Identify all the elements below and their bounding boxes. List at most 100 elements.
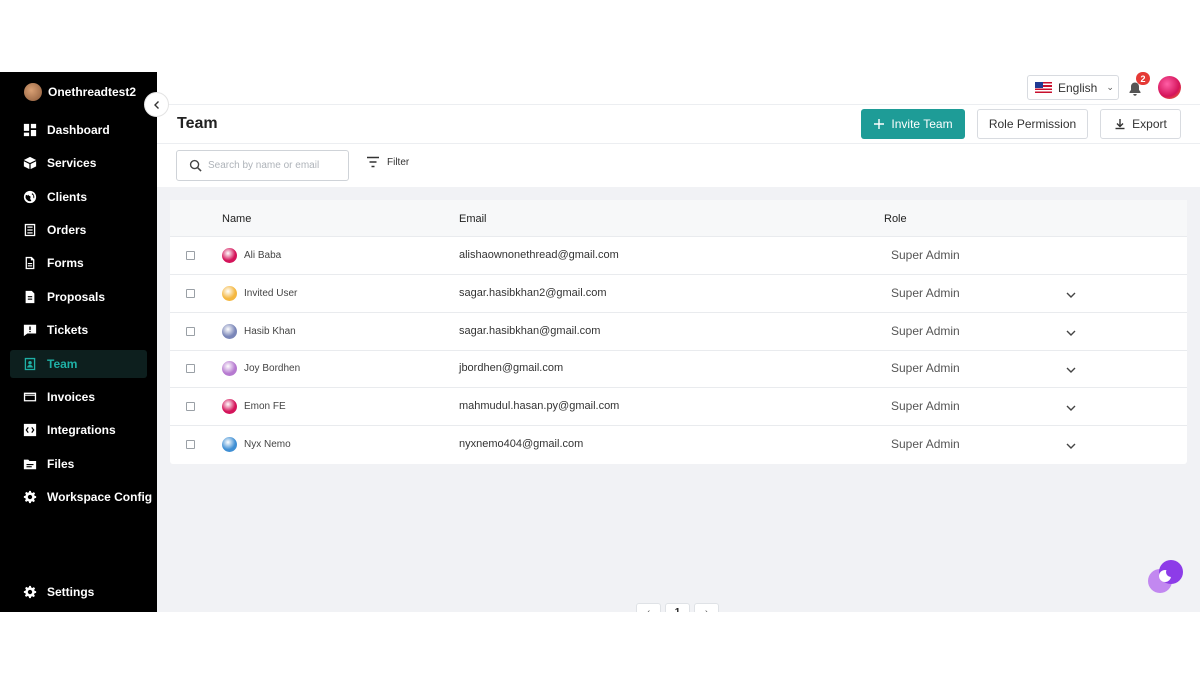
row-checkbox[interactable] xyxy=(186,288,195,298)
gear-config-icon xyxy=(23,490,37,504)
table-row[interactable]: Ali Baba alishaownonethread@gmail.com Supe… xyxy=(170,237,1187,275)
language-label: English xyxy=(1058,80,1098,95)
sidebar-item-label: Integrations xyxy=(47,423,116,437)
member-name: Ali Baba xyxy=(244,250,282,261)
role-permission-label: Role Permission xyxy=(988,117,1077,131)
download-icon xyxy=(1115,119,1125,130)
plus-icon xyxy=(874,119,885,129)
role-permission-button[interactable]: Role Permission xyxy=(977,109,1088,139)
sidebar-item-label: Proposals xyxy=(47,290,106,304)
workspace-switcher[interactable]: Onethreadtest2 xyxy=(24,83,136,101)
chevron-left-icon: ‹ xyxy=(647,607,650,612)
filter-icon xyxy=(367,156,379,168)
folder-icon xyxy=(23,457,37,471)
onethread-logo-icon[interactable] xyxy=(1145,556,1185,596)
member-name: Nyx Nemo xyxy=(244,439,291,450)
role-dropdown-chevron-icon[interactable] xyxy=(1065,363,1077,375)
chevron-left-icon xyxy=(153,100,159,109)
row-checkbox[interactable] xyxy=(186,440,195,449)
invite-team-label: Invite Team xyxy=(891,117,953,131)
app-window: Onethreadtest2 Dashboard Services Client… xyxy=(0,72,1200,612)
search-box[interactable] xyxy=(176,150,349,181)
table-row[interactable]: Emon FE mahmudul.hasan.py@gmail.com Super … xyxy=(170,388,1187,427)
row-checkbox[interactable] xyxy=(186,326,195,336)
ticket-icon xyxy=(23,323,37,337)
search-icon xyxy=(189,159,202,172)
sidebar-collapse-button[interactable] xyxy=(144,92,169,117)
row-checkbox[interactable] xyxy=(186,251,195,260)
role-dropdown-chevron-icon[interactable] xyxy=(1065,326,1077,338)
sidebar-item-label: Invoices xyxy=(47,390,96,404)
member-role[interactable]: Super Admin xyxy=(891,399,960,413)
notifications-button[interactable]: 2 xyxy=(1127,72,1150,98)
member-name: Emon FE xyxy=(244,401,286,413)
filter-label: Filter xyxy=(387,156,410,168)
column-header-name[interactable]: Name xyxy=(222,213,251,225)
role-dropdown-chevron-icon[interactable] xyxy=(1065,401,1077,413)
proposal-icon xyxy=(23,290,37,304)
row-checkbox[interactable] xyxy=(186,402,195,412)
table-row[interactable]: Invited User sagar.hasibkhan2@gmail.com Su… xyxy=(170,275,1187,313)
sidebar-item-label: Tickets xyxy=(47,323,89,337)
row-checkbox[interactable] xyxy=(186,364,195,374)
list-icon xyxy=(23,223,37,237)
workspace-name: Onethreadtest2 xyxy=(48,85,137,99)
sidebar-item-integrations[interactable]: Integrations xyxy=(10,416,147,444)
column-header-email[interactable]: Email xyxy=(459,213,487,225)
role-dropdown-chevron-icon[interactable] xyxy=(1065,288,1077,300)
member-name: Invited User xyxy=(244,287,298,299)
member-role: Super Admin xyxy=(891,248,960,262)
sidebar-item-clients[interactable]: Clients xyxy=(10,183,147,211)
member-email: mahmudul.hasan.py@gmail.com xyxy=(459,400,620,413)
page-number: 1 xyxy=(675,607,681,612)
user-avatar[interactable] xyxy=(1158,76,1181,99)
sidebar-item-label: Forms xyxy=(47,256,84,270)
member-role[interactable]: Super Admin xyxy=(891,361,960,375)
sidebar-item-forms[interactable]: Forms xyxy=(10,249,147,277)
filter-button[interactable]: Filter xyxy=(366,156,409,168)
sidebar-item-services[interactable]: Services xyxy=(10,149,147,177)
top-bar: English ⌄ 2 xyxy=(157,72,1200,105)
member-email: jbordhen@gmail.com xyxy=(459,362,564,375)
sidebar-item-label: Services xyxy=(47,156,97,170)
sidebar-item-invoices[interactable]: Invoices xyxy=(10,383,147,411)
table-row[interactable]: Hasib Khan sagar.hasibkhan@gmail.com Super… xyxy=(170,313,1187,351)
sidebar-item-team[interactable]: Team xyxy=(10,350,147,378)
sidebar-item-settings[interactable]: Settings xyxy=(10,578,147,606)
page-title: Team xyxy=(177,115,218,132)
table-row[interactable]: Joy Bordhen jbordhen@gmail.com Super Admin xyxy=(170,350,1187,389)
member-email: sagar.hasibkhan@gmail.com xyxy=(459,324,601,337)
member-email: nyxnemo404@gmail.com xyxy=(459,438,584,450)
search-input[interactable] xyxy=(208,160,338,171)
member-email: alishaownonethread@gmail.com xyxy=(459,249,619,261)
sidebar-item-tickets[interactable]: Tickets xyxy=(10,316,147,344)
page-header: Team Invite Team Role Permission Export xyxy=(157,105,1200,144)
sidebar-item-files[interactable]: Files xyxy=(10,450,147,478)
invite-team-button[interactable]: Invite Team xyxy=(861,109,965,139)
sidebar-item-workspace-config[interactable]: Workspace Config xyxy=(10,483,152,511)
dashboard-icon xyxy=(23,123,37,137)
member-role[interactable]: Super Admin xyxy=(891,437,960,451)
column-header-role[interactable]: Role xyxy=(884,213,907,225)
globe-icon xyxy=(23,190,37,204)
table-row[interactable]: Nyx Nemo nyxnemo404@gmail.com Super Admin xyxy=(170,426,1187,464)
member-avatar xyxy=(222,323,237,339)
member-email: sagar.hasibkhan2@gmail.com xyxy=(459,286,607,299)
role-dropdown-chevron-icon[interactable] xyxy=(1065,439,1077,451)
sidebar-item-proposals[interactable]: Proposals xyxy=(10,283,147,311)
language-selector[interactable]: English ⌄ xyxy=(1027,75,1119,100)
member-role[interactable]: Super Admin xyxy=(891,324,960,338)
pagination-prev-button[interactable]: ‹ xyxy=(636,603,661,612)
sidebar-item-label: Settings xyxy=(47,585,95,599)
member-avatar xyxy=(222,285,237,301)
member-role[interactable]: Super Admin xyxy=(891,286,960,300)
member-name: Joy Bordhen xyxy=(244,363,301,375)
chevron-down-icon: ⌄ xyxy=(1106,82,1114,92)
sidebar-item-dashboard[interactable]: Dashboard xyxy=(10,116,147,144)
pagination-page-button[interactable]: 1 xyxy=(665,603,690,612)
pagination-next-button[interactable]: › xyxy=(694,603,719,612)
export-button[interactable]: Export xyxy=(1100,109,1181,139)
sidebar-item-orders[interactable]: Orders xyxy=(10,216,147,244)
chevron-right-icon: › xyxy=(705,607,708,612)
member-avatar xyxy=(222,437,237,452)
